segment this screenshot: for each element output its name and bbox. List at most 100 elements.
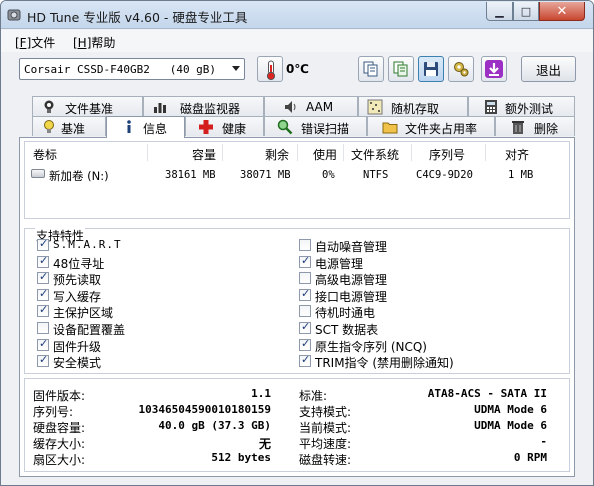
checkbox[interactable] (299, 272, 311, 284)
menu-help-key: [H] (73, 36, 92, 50)
tab-disk-monitor[interactable]: 磁盘监视器 (143, 96, 264, 116)
maximize-button[interactable]: □ (513, 2, 539, 21)
feature-label: 电源管理 (315, 257, 364, 271)
feature-label: 自动噪音管理 (315, 240, 388, 254)
tab-info[interactable]: 信息 (106, 116, 185, 138)
tab-delete[interactable]: 删除 (495, 116, 575, 136)
spec-standard: 标准: ATA8-ACS - SATA II (299, 387, 547, 403)
spec-key: 标准: (299, 389, 328, 403)
feature-label: 设备配置覆盖 (53, 323, 126, 337)
tab-health[interactable]: 健康 (185, 116, 264, 136)
tab-random-access[interactable]: 随机存取 (358, 96, 468, 116)
menu-bar: [F]文件 [H]帮助 (1, 30, 593, 52)
save-button[interactable] (418, 56, 444, 82)
col-header-used[interactable]: 使用 (313, 146, 337, 163)
spec-key: 序列号: (33, 405, 74, 419)
title-bar[interactable]: HD Tune 专业版 v4.60 - 硬盘专业工具 ▁ □ ✕ (1, 1, 593, 29)
checkbox[interactable] (299, 254, 311, 268)
checkbox[interactable] (37, 270, 49, 284)
tab-aam-label: AAM (306, 100, 334, 114)
col-header-capacity[interactable]: 容量 (192, 146, 216, 163)
drive-specs: 固件版本: 1.1 序列号: 10346504590010180159 硬盘容量: 4… (24, 378, 570, 472)
save-icon (424, 62, 438, 76)
col-header-serial[interactable]: 序列号 (429, 146, 465, 163)
feature-label: 待机时通电 (315, 306, 376, 320)
thermometer-icon (266, 60, 276, 81)
volume-list-header: 卷标 容量 剩余 使用 文件系统 序列号 对齐 (25, 142, 571, 164)
spec-supported-mode: 支持模式: UDMA Mode 6 (299, 403, 547, 419)
temperature-readout: 0℃ (286, 62, 309, 76)
menu-file-label: 文件 (31, 36, 56, 50)
col-header-free[interactable]: 剩余 (265, 146, 289, 163)
spec-current-mode: 当前模式: UDMA Mode 6 (299, 419, 547, 435)
minimize-button[interactable]: ▁ (486, 2, 513, 21)
checkbox[interactable] (299, 337, 311, 351)
feature-label: 主保护区域 (53, 306, 114, 320)
checkbox[interactable] (37, 237, 49, 251)
spec-rotation-rate: 磁盘转速: 0 RPM (299, 451, 547, 467)
tab-file-benchmark-label: 文件基准 (65, 102, 114, 116)
feature-label: 原生指令序列 (NCQ) (315, 340, 427, 354)
tab-folder-usage[interactable]: 文件夹占用率 (367, 116, 495, 136)
tab-folder-usage-label: 文件夹占用率 (405, 122, 478, 136)
chart-icon (154, 103, 166, 113)
checkbox[interactable] (299, 353, 311, 367)
close-button[interactable]: ✕ (539, 2, 585, 21)
settings-button[interactable] (448, 56, 474, 82)
tab-disk-monitor-label: 磁盘监视器 (180, 102, 241, 116)
volume-alignment: 1 MB (508, 169, 534, 181)
maximize-icon: □ (520, 4, 532, 18)
menu-file[interactable]: [F]文件 (15, 34, 55, 51)
feature-label: TRIM指令 (禁用删除通知) (315, 356, 454, 370)
tab-aam[interactable]: AAM (264, 96, 358, 116)
download-button[interactable] (481, 56, 507, 82)
checkbox[interactable] (299, 287, 311, 301)
menu-file-key: [F] (15, 36, 32, 50)
magnifier-icon (277, 119, 293, 135)
col-header-label[interactable]: 卷标 (33, 146, 57, 163)
tab-benchmark[interactable]: 基准 (32, 116, 106, 136)
checkbox[interactable] (37, 353, 49, 367)
feature-label: 预先读取 (53, 273, 102, 287)
drive-select[interactable]: Corsair CSSD-F40GB2 (40 gB) (19, 58, 245, 80)
spec-value: 1.1 (251, 387, 271, 400)
spec-value: ATA8-ACS - SATA II (427, 387, 547, 400)
thermometer-button[interactable] (257, 56, 283, 82)
checkbox[interactable] (37, 303, 49, 317)
checkbox[interactable] (299, 239, 311, 251)
spec-key: 硬盘容量: (33, 421, 86, 435)
trash-icon (512, 121, 524, 134)
drive-select-value: Corsair CSSD-F40GB2 (40 gB) (24, 63, 217, 76)
col-header-filesystem[interactable]: 文件系统 (351, 146, 399, 163)
spec-value: UDMA Mode 6 (474, 403, 547, 416)
tabs-top-row: 文件基准 磁盘监视器 AAM 随机存取 额外测试 (1, 96, 593, 116)
tab-extra-tests[interactable]: 额外测试 (468, 96, 575, 116)
tab-error-scan[interactable]: 错误扫描 (264, 116, 367, 136)
checkbox[interactable] (37, 254, 49, 268)
tab-file-benchmark[interactable]: 文件基准 (32, 96, 143, 116)
checkbox[interactable] (299, 305, 311, 317)
spec-key: 当前模式: (299, 421, 352, 435)
spec-key: 缓存大小: (33, 437, 86, 451)
tabs-bottom-row: 基准 信息 健康 错误扫描 文件夹占用率 删除 (1, 116, 593, 138)
table-row[interactable]: 新加卷 (N:) 38161 MB 38071 MB 0% NTFS C4C9-… (25, 166, 569, 184)
checkbox[interactable] (299, 320, 311, 334)
col-header-alignment[interactable]: 对齐 (505, 146, 529, 163)
spec-value: 0 RPM (513, 451, 547, 464)
volume-icon (31, 169, 45, 178)
checkbox[interactable] (37, 287, 49, 301)
spec-key: 磁盘转速: (299, 453, 352, 467)
volume-free: 38071 MB (240, 169, 291, 181)
spec-key: 平均速度: (299, 437, 352, 451)
tab-error-scan-label: 错误扫描 (301, 122, 350, 136)
copy-list-button[interactable] (388, 56, 414, 82)
spec-firmware: 固件版本: 1.1 (33, 387, 271, 403)
column-divider (297, 144, 298, 161)
exit-button[interactable]: 退出 (521, 56, 576, 82)
column-divider (411, 144, 412, 161)
menu-help[interactable]: [H]帮助 (73, 34, 115, 51)
folder-icon (382, 122, 398, 134)
copy-button[interactable] (358, 56, 384, 82)
checkbox[interactable] (37, 322, 49, 334)
checkbox[interactable] (37, 337, 49, 351)
